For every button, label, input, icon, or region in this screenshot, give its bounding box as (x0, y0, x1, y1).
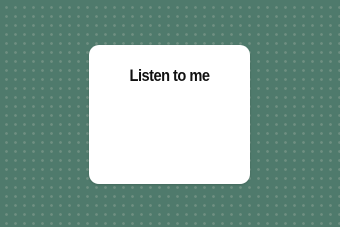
patterned-background: Listen to me (0, 0, 340, 227)
message-card: Listen to me (89, 45, 250, 184)
card-title: Listen to me (129, 66, 210, 85)
